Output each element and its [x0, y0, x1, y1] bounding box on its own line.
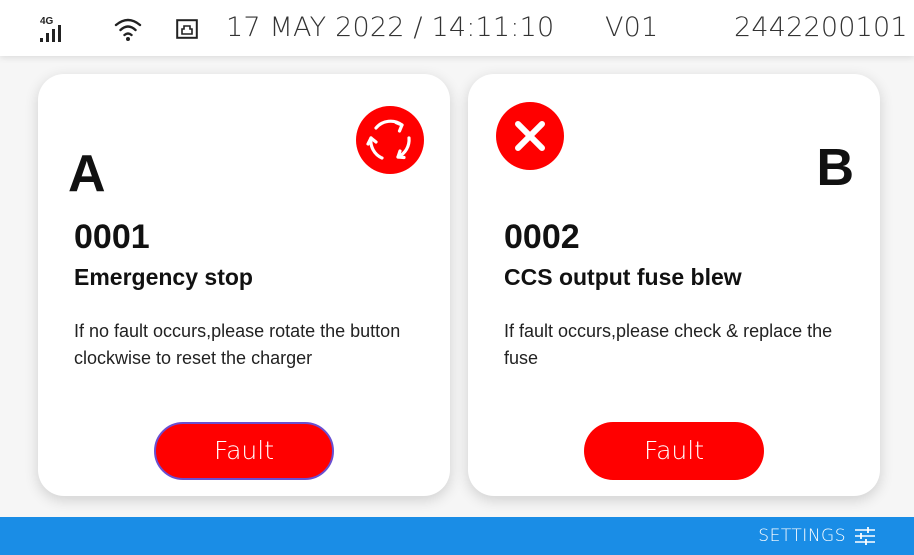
- connector-card-a[interactable]: A 0001 Emergency stop If no fault occurs…: [38, 74, 450, 496]
- fault-title: CCS output fuse blew: [504, 264, 742, 290]
- fault-description: If fault occurs,please check & replace t…: [504, 321, 833, 368]
- error-x-icon: [496, 102, 564, 170]
- sliders-icon: [855, 527, 875, 545]
- signal-4g-icon: 4G: [40, 16, 61, 42]
- fault-description: If no fault occurs,please rotate the but…: [74, 321, 401, 368]
- connector-letter: B: [816, 139, 854, 197]
- datetime-display: 17 MAY 2022 / 14:11:10: [226, 12, 555, 43]
- network-label: 4G: [40, 16, 54, 27]
- wifi-icon: [114, 18, 142, 41]
- fault-title: Emergency stop: [74, 264, 253, 290]
- serial-number: 2442200101: [734, 12, 908, 43]
- main-area: A 0001 Emergency stop If no fault occurs…: [0, 56, 914, 517]
- connector-letter: A: [68, 145, 106, 203]
- settings-label: SETTINGS: [758, 526, 846, 546]
- fault-code: 0001: [74, 218, 150, 256]
- status-bar: 4G 17 MAY 2022 / 14:11:10 V01 2442200101: [0, 0, 914, 56]
- connector-card-b[interactable]: B 0002 CCS output fuse blew If fault occ…: [468, 74, 880, 496]
- fault-button-b[interactable]: Fault: [584, 422, 764, 480]
- settings-button[interactable]: SETTINGS: [758, 524, 876, 548]
- bottom-bar: SETTINGS: [0, 517, 914, 555]
- version-label: V01: [605, 12, 659, 43]
- ethernet-icon: [176, 19, 198, 39]
- emergency-stop-reset-icon: [356, 106, 424, 174]
- fault-code: 0002: [504, 218, 580, 256]
- fault-button-a[interactable]: Fault: [154, 422, 334, 480]
